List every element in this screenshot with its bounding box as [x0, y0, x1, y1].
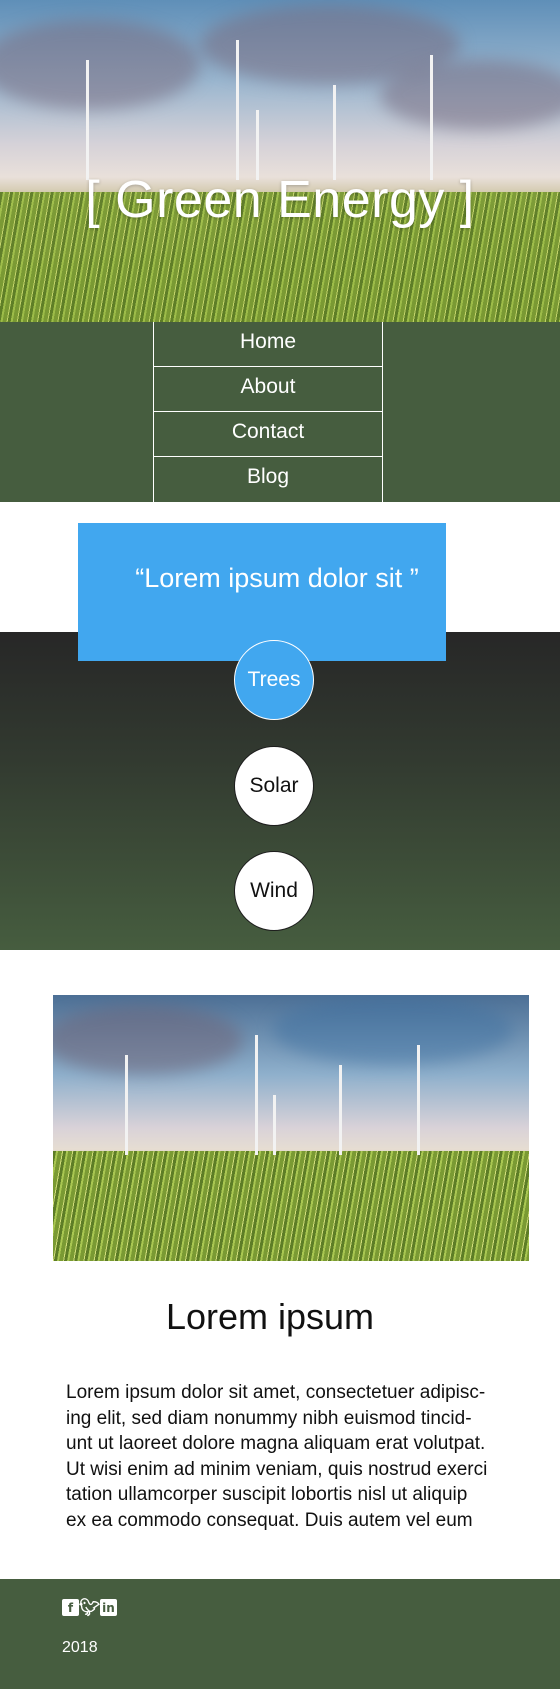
- wind-turbine-icon: [273, 1095, 276, 1155]
- social-links: f 🐦︎ in: [62, 1598, 117, 1618]
- nav-item-about[interactable]: About: [154, 366, 382, 411]
- article-image: [53, 995, 529, 1261]
- article-line: Lorem ipsum dolor sit amet, consectetuer…: [66, 1382, 486, 1403]
- article-body: Lorem ipsum dolor sit amet, consectetuer…: [66, 1380, 516, 1533]
- wind-turbine-icon: [125, 1055, 128, 1155]
- linkedin-icon[interactable]: in: [100, 1599, 117, 1616]
- article-line: tation ullamcorper suscipit lobortis nis…: [66, 1484, 468, 1505]
- nav-item-home[interactable]: Home: [154, 322, 382, 366]
- nav-menu: Home About Contact Blog: [153, 322, 383, 503]
- article-line: ex ea commodo consequat. Duis autem vel …: [66, 1509, 473, 1531]
- quote-text: “Lorem ipsum dolor sit ”: [135, 563, 419, 593]
- article-line: Ut wisi enim ad minim veniam, quis nostr…: [66, 1458, 488, 1480]
- grass-shape: [53, 1151, 529, 1261]
- footer-year: 2018: [62, 1639, 98, 1656]
- wind-turbine-icon: [236, 40, 239, 180]
- wind-turbine-icon: [417, 1045, 420, 1155]
- topic-button-trees[interactable]: Trees: [234, 640, 314, 720]
- article-line: ing elit, sed diam nonummy nibh euismod …: [66, 1407, 472, 1429]
- wind-turbine-icon: [339, 1065, 342, 1155]
- hero-banner: [ Green Energy ]: [0, 0, 560, 322]
- cloud-shape: [273, 995, 513, 1065]
- wind-turbine-icon: [86, 60, 89, 180]
- nav-item-blog[interactable]: Blog: [154, 456, 382, 502]
- article-title: Lorem ipsum: [165, 1296, 375, 1337]
- wind-turbine-icon: [430, 55, 433, 180]
- article-line: unt ut laoreet dolore magna aliquam erat…: [66, 1433, 486, 1454]
- topic-button-wind[interactable]: Wind: [234, 851, 314, 931]
- twitter-icon[interactable]: 🐦︎: [79, 1598, 101, 1618]
- quote-banner: “Lorem ipsum dolor sit ”: [78, 523, 446, 661]
- site-title: [ Green Energy ]: [85, 171, 475, 229]
- footer: f 🐦︎ in 2018: [0, 1579, 560, 1689]
- main-nav: Home About Contact Blog: [0, 322, 560, 503]
- facebook-icon[interactable]: f: [62, 1599, 79, 1616]
- wind-turbine-icon: [255, 1035, 258, 1155]
- nav-item-contact[interactable]: Contact: [154, 411, 382, 456]
- topic-button-solar[interactable]: Solar: [234, 746, 314, 826]
- wind-turbine-icon: [333, 85, 336, 180]
